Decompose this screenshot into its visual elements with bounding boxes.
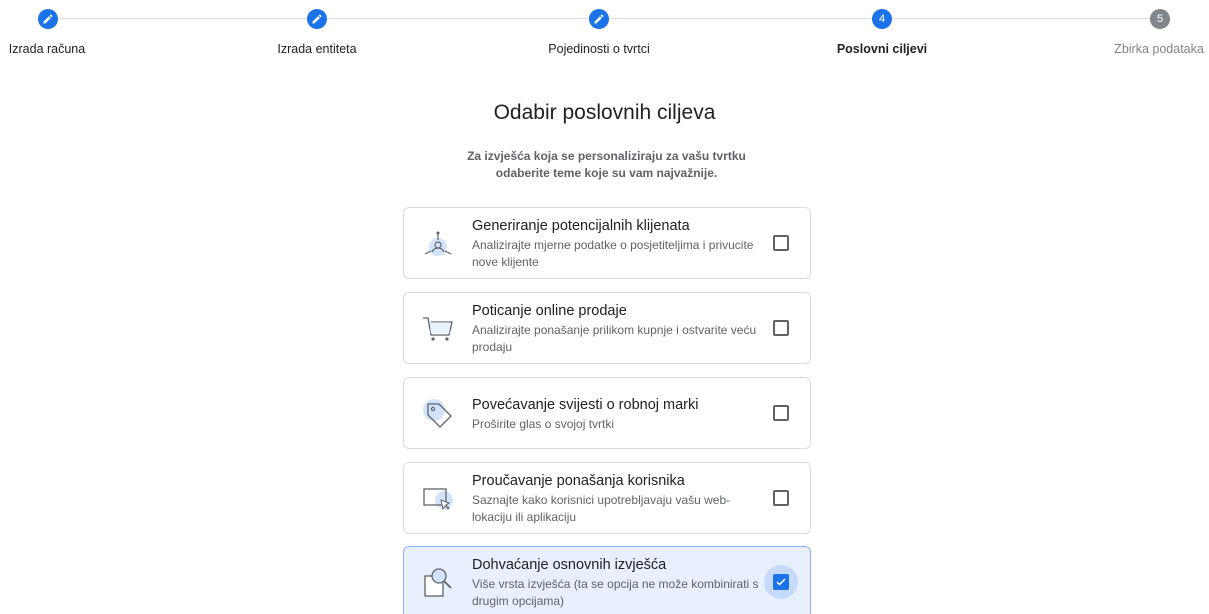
option-title: Povećavanje svijesti o robnoj marki bbox=[472, 397, 699, 413]
page-title: Odabir poslovnih ciljeva bbox=[493, 101, 716, 124]
step-2-pencil-icon[interactable] bbox=[307, 9, 327, 29]
pencil-icon bbox=[43, 14, 53, 24]
option-description: Saznajte kako korisnici upotrebljavaju v… bbox=[472, 493, 731, 524]
step-3-pencil-icon[interactable] bbox=[589, 9, 609, 29]
option-title: Poticanje online prodaje bbox=[472, 303, 627, 319]
progress-stepper: 4 5 Izrada računa Izrada entiteta Pojedi… bbox=[0, 0, 1209, 70]
option-title: Generiranje potencijalnih klijenata bbox=[472, 218, 690, 234]
option-card-leads[interactable]: Generiranje potencijalnih klijenata Anal… bbox=[403, 207, 811, 279]
tag-icon bbox=[423, 399, 452, 428]
stepper-connector bbox=[609, 18, 872, 19]
option-checkbox-checked[interactable] bbox=[773, 574, 789, 590]
report-search-icon bbox=[424, 568, 452, 597]
stepper-connector bbox=[58, 18, 307, 19]
option-description: Proširite glas o svojoj tvrtki bbox=[472, 417, 615, 431]
checkmark-icon bbox=[776, 578, 786, 586]
step-4-number: 4 bbox=[872, 9, 892, 29]
option-card-brand[interactable]: Povećavanje svijesti o robnoj marki Proš… bbox=[403, 377, 811, 449]
option-card-sales[interactable]: Poticanje online prodaje Analizirajte po… bbox=[403, 292, 811, 364]
step-2-label[interactable]: Izrada entiteta bbox=[277, 42, 356, 56]
step-5-label: Zbirka podataka bbox=[1114, 42, 1204, 56]
leads-icon bbox=[424, 231, 452, 256]
pencil-icon bbox=[594, 14, 604, 24]
stepper-connector bbox=[892, 18, 1150, 19]
option-card-basic-reports[interactable]: Dohvaćanje osnovnih izvješća Više vrsta … bbox=[403, 546, 811, 614]
option-title: Proučavanje ponašanja korisnika bbox=[472, 473, 685, 489]
option-checkbox[interactable] bbox=[773, 490, 789, 506]
step-1-label[interactable]: Izrada računa bbox=[9, 42, 85, 56]
step-1-pencil-icon[interactable] bbox=[38, 9, 58, 29]
stepper-connector bbox=[327, 18, 589, 19]
step-4-label: Poslovni ciljevi bbox=[836, 42, 928, 56]
option-description: Analizirajte ponašanje prilikom kupnje i… bbox=[472, 323, 757, 354]
cart-icon bbox=[423, 317, 453, 341]
option-card-behavior[interactable]: Proučavanje ponašanja korisnika Saznajte… bbox=[403, 462, 811, 534]
screen-cursor-icon bbox=[423, 488, 453, 511]
option-description: Više vrsta izvješća (ta se opcija ne mož… bbox=[472, 577, 759, 608]
option-title: Dohvaćanje osnovnih izvješća bbox=[472, 557, 667, 573]
page-subtitle: Za izvješća koja se personaliziraju za v… bbox=[467, 149, 746, 180]
option-checkbox[interactable] bbox=[773, 235, 789, 251]
step-5-number: 5 bbox=[1150, 9, 1170, 29]
option-checkbox[interactable] bbox=[773, 405, 789, 421]
step-3-label[interactable]: Pojedinosti o tvrtci bbox=[548, 42, 649, 56]
pencil-icon bbox=[312, 14, 322, 24]
option-description: Analizirajte mjerne podatke o posjetitel… bbox=[472, 238, 754, 269]
option-checkbox[interactable] bbox=[773, 320, 789, 336]
